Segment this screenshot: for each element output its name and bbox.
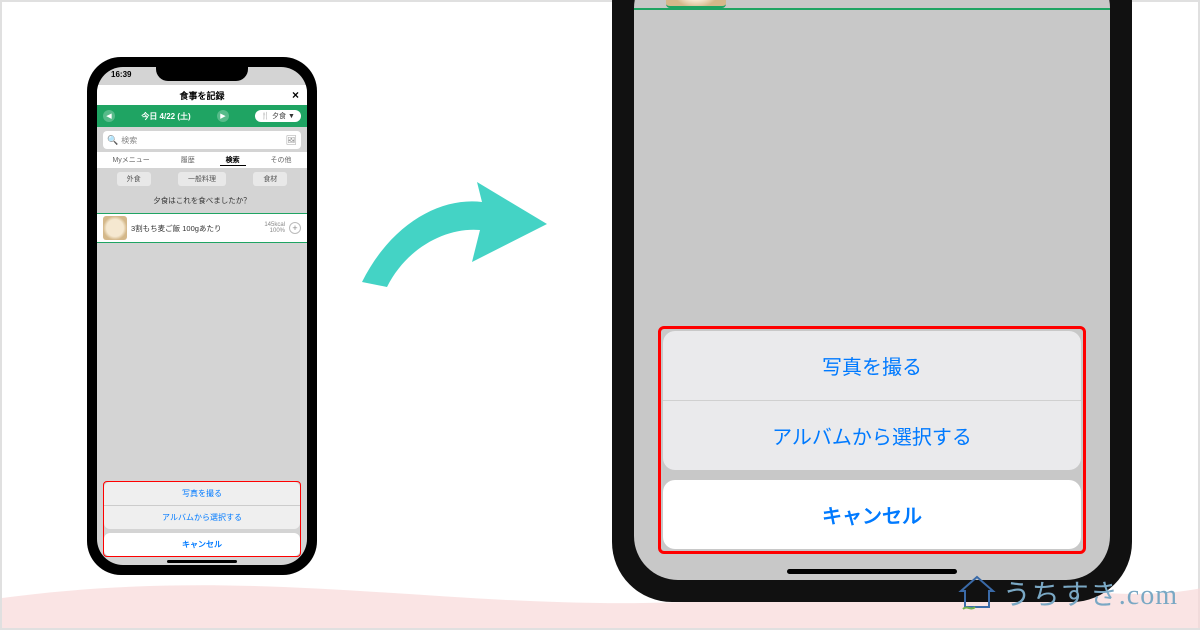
home-indicator xyxy=(167,560,237,563)
date-meal-bar: ◀ 今日 4/22 (土) ▶ 🍴 夕食 ▼ xyxy=(97,105,307,127)
tab-mymenu[interactable]: Myメニュー xyxy=(106,155,155,165)
cancel-button-zoom[interactable]: キャンセル xyxy=(663,480,1081,549)
status-time: 16:39 xyxy=(111,70,131,79)
prev-day-button[interactable]: ◀ xyxy=(103,110,115,122)
tab-other[interactable]: その他 xyxy=(265,155,298,165)
chevron-down-icon: ▼ xyxy=(288,113,295,120)
choose-album-button[interactable]: アルバムから選択する xyxy=(104,506,300,529)
phone-mockup-right: 写真を撮る アルバムから選択する キャンセル xyxy=(612,0,1132,602)
meal-selector[interactable]: 🍴 夕食 ▼ xyxy=(255,110,301,122)
search-icon: 🔍 xyxy=(107,135,118,146)
add-food-button[interactable]: + xyxy=(289,222,301,234)
action-sheet-group-zoom: 写真を撮る アルバムから選択する xyxy=(663,331,1081,470)
titlebar: 食事を記録 × xyxy=(97,85,307,105)
notch xyxy=(156,67,248,81)
utensils-icon: 🍴 xyxy=(261,112,270,120)
cancel-button[interactable]: キャンセル xyxy=(104,533,300,556)
next-day-button[interactable]: ▶ xyxy=(217,110,229,122)
take-photo-button[interactable]: 写真を撮る xyxy=(104,482,300,506)
tab-history[interactable]: 履歴 xyxy=(175,155,201,165)
date-label[interactable]: 今日 4/22 (土) xyxy=(141,111,190,122)
take-photo-button-zoom[interactable]: 写真を撮る xyxy=(663,331,1081,401)
suggestion-prompt: 夕食はこれを食べましたか？ xyxy=(97,195,307,206)
close-icon[interactable]: × xyxy=(292,88,299,102)
page-title: 食事を記録 xyxy=(179,89,224,102)
site-watermark: うちすき.com xyxy=(957,573,1178,613)
search-input[interactable]: 検索 xyxy=(118,135,285,146)
screen-left: 16:39 食事を記録 × ◀ 今日 4/22 (土) ▶ 🍴 夕食 ▼ 🔍 検… xyxy=(97,67,307,565)
food-kcal: 145kcal 100% xyxy=(264,222,285,234)
chip-eatout[interactable]: 外食 xyxy=(117,172,151,186)
food-name: 3割もち麦ご飯 100gあたり xyxy=(131,223,260,234)
transition-arrow xyxy=(352,162,552,302)
house-logo-icon xyxy=(957,573,997,613)
search-bar[interactable]: 🔍 検索 🖼 xyxy=(103,131,301,149)
tab-search[interactable]: 検索 xyxy=(220,155,246,166)
action-sheet-highlight-left: 写真を撮る アルバムから選択する キャンセル xyxy=(103,481,301,557)
meal-label: 夕食 xyxy=(272,111,286,121)
choose-album-button-zoom[interactable]: アルバムから選択する xyxy=(663,401,1081,470)
food-suggestion-row[interactable]: 3割もち麦ご飯 100gあたり 145kcal 100% + xyxy=(97,213,307,243)
home-indicator-zoom xyxy=(787,569,957,574)
chip-general[interactable]: 一般料理 xyxy=(178,172,226,186)
phone-mockup-left: 16:39 食事を記録 × ◀ 今日 4/22 (土) ▶ 🍴 夕食 ▼ 🔍 検… xyxy=(87,57,317,575)
chip-ingredient[interactable]: 食材 xyxy=(253,172,287,186)
watermark-text: うちすき.com xyxy=(1003,573,1178,613)
category-tabs: Myメニュー 履歴 検索 その他 xyxy=(97,152,307,168)
food-thumbnail-zoom xyxy=(666,0,726,8)
row-divider xyxy=(634,8,1110,10)
photo-search-icon[interactable]: 🖼 xyxy=(286,135,297,146)
food-thumbnail xyxy=(103,216,127,240)
action-sheet-highlight-right: 写真を撮る アルバムから選択する キャンセル xyxy=(658,326,1086,554)
action-sheet-group: 写真を撮る アルバムから選択する xyxy=(104,482,300,529)
screen-right: 写真を撮る アルバムから選択する キャンセル xyxy=(634,0,1110,580)
filter-chips: 外食 一般料理 食材 xyxy=(97,172,307,186)
